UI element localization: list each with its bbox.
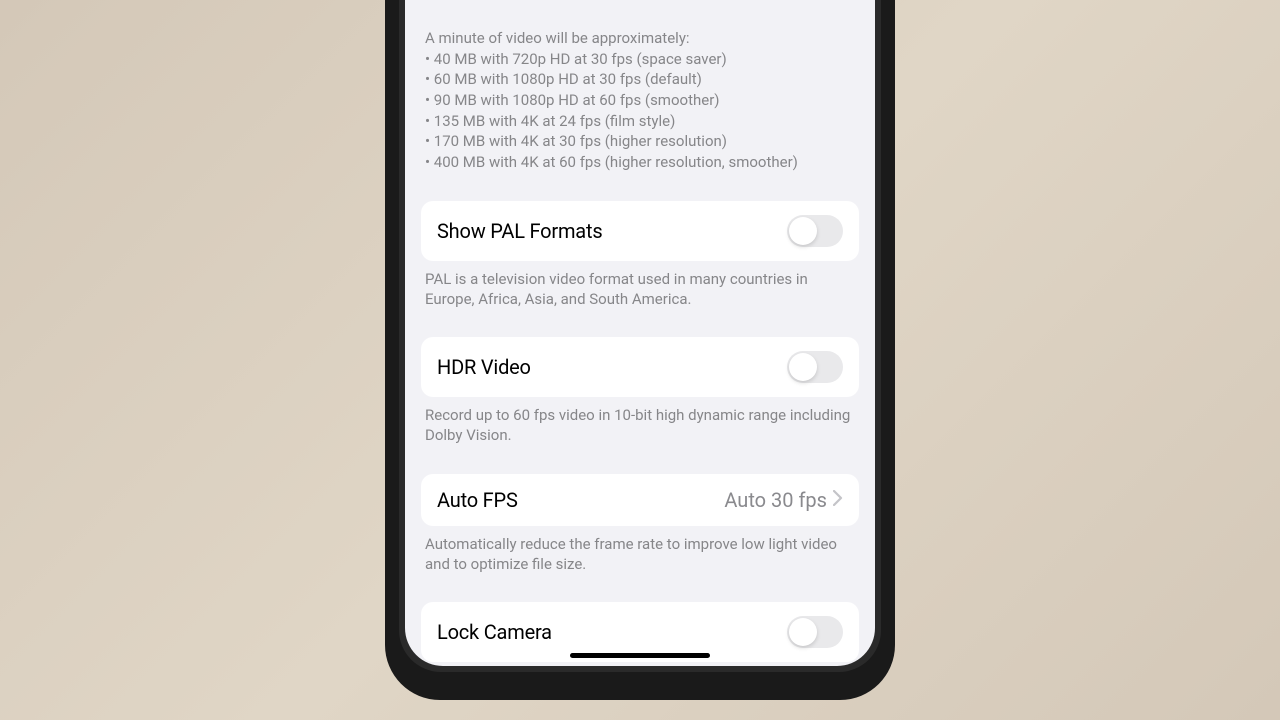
size-bullet: • 170 MB with 4K at 30 fps (higher resol… — [425, 131, 855, 152]
size-bullet: • 90 MB with 1080p HD at 60 fps (smoothe… — [425, 90, 855, 111]
toggle-knob — [789, 353, 817, 381]
lock-camera-description: Do not automatically switch between came… — [421, 662, 859, 666]
phone-frame: QuickTake video will always record with … — [385, 0, 895, 700]
lock-camera-label: Lock Camera — [437, 620, 552, 644]
settings-screen[interactable]: QuickTake video will always record with … — [405, 0, 875, 666]
auto-fps-group: Auto FPS Auto 30 fps Automatically r — [421, 474, 859, 575]
auto-fps-description: Automatically reduce the frame rate to i… — [421, 526, 859, 575]
pal-formats-description: PAL is a television video format used in… — [421, 261, 859, 310]
auto-fps-value-container: Auto 30 fps — [724, 488, 843, 512]
size-bullet: • 135 MB with 4K at 24 fps (film style) — [425, 111, 855, 132]
pal-formats-group: Show PAL Formats PAL is a television vid… — [421, 201, 859, 310]
size-bullet: • 60 MB with 1080p HD at 30 fps (default… — [425, 69, 855, 90]
phone-inner-frame: QuickTake video will always record with … — [399, 0, 881, 672]
home-indicator[interactable] — [570, 653, 710, 658]
hdr-video-row[interactable]: HDR Video — [421, 337, 859, 397]
lock-camera-toggle[interactable] — [787, 616, 843, 648]
hdr-video-toggle[interactable] — [787, 351, 843, 383]
size-bullet: • 40 MB with 720p HD at 30 fps (space sa… — [425, 49, 855, 70]
auto-fps-label: Auto FPS — [437, 488, 518, 512]
toggle-knob — [789, 618, 817, 646]
pal-formats-toggle[interactable] — [787, 215, 843, 247]
auto-fps-value: Auto 30 fps — [724, 488, 827, 512]
hdr-video-group: HDR Video Record up to 60 fps video in 1… — [421, 337, 859, 446]
phone-mockup: QuickTake video will always record with … — [385, 0, 895, 700]
size-intro-text: A minute of video will be approximately: — [425, 28, 855, 48]
hdr-video-description: Record up to 60 fps video in 10-bit high… — [421, 397, 859, 446]
toggle-knob — [789, 217, 817, 245]
pal-formats-label: Show PAL Formats — [437, 219, 602, 243]
pal-formats-row[interactable]: Show PAL Formats — [421, 201, 859, 261]
chevron-right-icon — [833, 490, 843, 510]
video-sizes-footer: QuickTake video will always record with … — [421, 0, 859, 173]
auto-fps-row[interactable]: Auto FPS Auto 30 fps — [421, 474, 859, 526]
size-bullet: • 400 MB with 4K at 60 fps (higher resol… — [425, 152, 855, 173]
hdr-video-label: HDR Video — [437, 355, 531, 379]
scroll-content[interactable]: QuickTake video will always record with … — [405, 0, 875, 666]
size-bullet-list: • 40 MB with 720p HD at 30 fps (space sa… — [425, 49, 855, 173]
